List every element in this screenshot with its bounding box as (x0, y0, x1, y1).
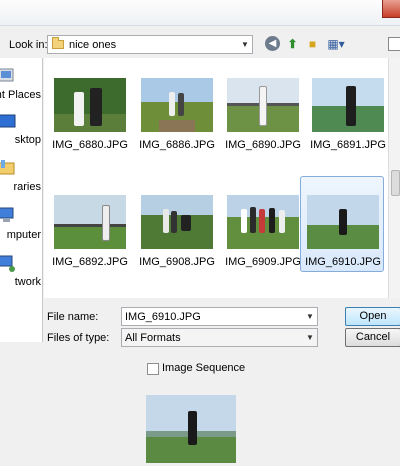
place-label: mputer (6, 229, 41, 241)
partial-button[interactable] (388, 37, 400, 51)
file-name: IMG_6892.JPG (52, 256, 128, 268)
thumbnail-image (227, 195, 299, 249)
file-name-label: File name: (47, 311, 99, 323)
files-of-type-value: All Formats (125, 331, 181, 344)
place-computer[interactable]: mputer (0, 204, 43, 244)
file-name: IMG_6890.JPG (225, 139, 301, 151)
file-name-field[interactable]: IMG_6910.JPG ▼ (121, 307, 318, 326)
view-menu-icon[interactable]: ▦▾ (325, 36, 347, 51)
place-label: raries (13, 181, 41, 193)
look-in-label: Look in: (9, 39, 48, 51)
thumbnail-image (141, 78, 213, 132)
file-list[interactable]: IMG_6880.JPG IMG_6886.JPG IMG_6890.JPG I… (44, 58, 388, 298)
libraries-icon (0, 160, 15, 175)
file-name: IMG_6880.JPG (52, 139, 128, 151)
file-name: IMG_6909.JPG (225, 256, 301, 268)
file-name-value: IMG_6910.JPG (125, 310, 201, 323)
chevron-down-icon: ▼ (306, 333, 314, 342)
close-window-button[interactable] (382, 0, 400, 18)
chevron-down-icon[interactable]: ▼ (303, 312, 317, 321)
file-item-selected[interactable]: IMG_6910.JPG (300, 176, 384, 272)
file-item[interactable]: IMG_6892.JPG (48, 189, 130, 281)
thumbnail-image (141, 195, 213, 249)
image-preview (146, 395, 236, 463)
file-item[interactable]: IMG_6909.JPG (221, 189, 303, 281)
thumbnail-image (54, 78, 126, 132)
file-name: IMG_6886.JPG (139, 139, 215, 151)
place-label: nt Places (0, 89, 41, 101)
recent-places-icon (0, 68, 14, 82)
files-of-type-label: Files of type: (47, 332, 110, 344)
file-item[interactable]: IMG_6908.JPG (135, 189, 217, 281)
up-folder-icon[interactable]: ⬆ (285, 36, 300, 51)
title-bar (0, 0, 400, 26)
file-name: IMG_6891.JPG (310, 139, 386, 151)
thumbnail-image (54, 195, 126, 249)
file-item[interactable]: IMG_6891.JPG (306, 72, 388, 164)
window-bottom-edge (0, 466, 400, 470)
place-libraries[interactable]: raries (0, 156, 43, 196)
places-bar: nt Places sktop raries mputer twork (0, 58, 43, 342)
cancel-button[interactable]: Cancel (345, 328, 400, 347)
computer-icon (0, 207, 14, 222)
network-icon (0, 255, 15, 272)
chevron-down-icon: ▼ (241, 40, 249, 49)
place-desktop[interactable]: sktop (0, 110, 43, 150)
thumbnail-image (227, 78, 299, 132)
place-network[interactable]: twork (0, 252, 43, 292)
look-in-dropdown[interactable]: nice ones ▼ (47, 35, 253, 54)
look-in-value: nice ones (69, 38, 117, 51)
image-sequence-checkbox[interactable] (147, 363, 159, 375)
file-item[interactable]: IMG_6890.JPG (221, 72, 303, 164)
thumbnail-image (307, 195, 379, 249)
place-recent[interactable]: nt Places (0, 64, 43, 104)
place-label: twork (14, 276, 41, 288)
place-label: sktop (14, 134, 41, 146)
back-icon[interactable]: ◀ (265, 36, 280, 51)
new-folder-icon[interactable]: ■ (305, 36, 320, 51)
file-item[interactable]: IMG_6880.JPG (48, 72, 130, 164)
file-name: IMG_6910.JPG (305, 256, 381, 268)
file-name: IMG_6908.JPG (139, 256, 215, 268)
files-of-type-dropdown[interactable]: All Formats ▼ (121, 328, 318, 347)
thumbnail-image (312, 78, 384, 132)
desktop-icon (0, 114, 16, 128)
file-list-scrollbar[interactable] (388, 58, 400, 298)
image-sequence-label: Image Sequence (162, 362, 246, 374)
scrollbar-thumb[interactable] (391, 170, 400, 196)
folder-icon (52, 37, 64, 49)
file-item[interactable]: IMG_6886.JPG (135, 72, 217, 164)
open-button[interactable]: Open (345, 307, 400, 326)
